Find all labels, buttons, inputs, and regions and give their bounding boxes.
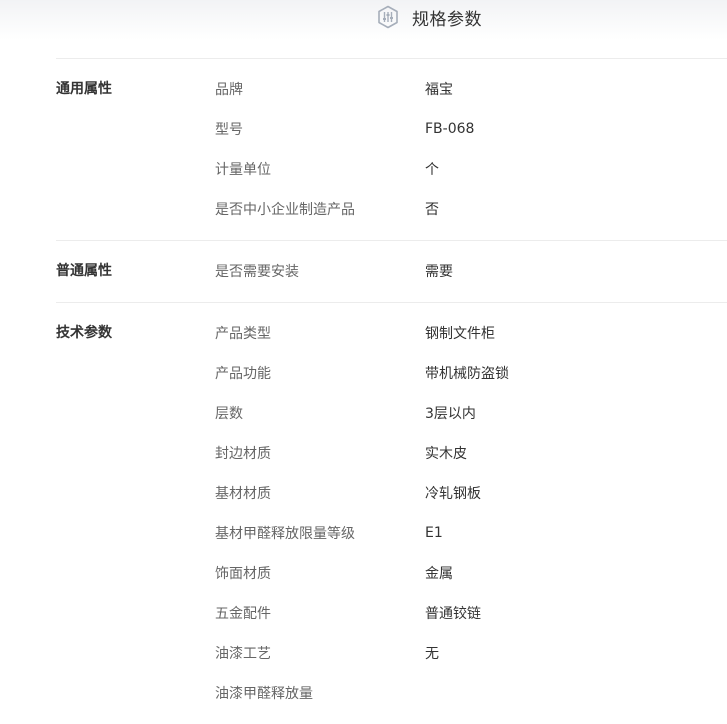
spec-group-common: 普通属性 是否需要安装 需要: [56, 240, 727, 302]
spec-key: 五金配件: [215, 606, 271, 622]
spec-value: 个: [425, 162, 439, 178]
spec-value: 需要: [425, 264, 453, 280]
spec-row: 是否中小企业制造产品 否: [215, 189, 727, 229]
spec-value: FB-068: [425, 121, 475, 137]
spec-value: 无: [425, 646, 439, 662]
spec-value: 普通铰链: [425, 606, 481, 622]
spec-key: 型号: [215, 122, 243, 138]
spec-row: 计量单位 个: [215, 149, 727, 189]
spec-row: 型号 FB-068: [215, 109, 727, 149]
spec-row: 是否需要安装 需要: [215, 251, 727, 291]
spec-key: 产品功能: [215, 366, 271, 382]
spec-value: 实木皮: [425, 446, 467, 462]
spec-sections: 通用属性 品牌 福宝 型号 FB-068 计量单位 个 是否中小企业制造产品 否…: [56, 58, 727, 724]
spec-rows: 品牌 福宝 型号 FB-068 计量单位 个 是否中小企业制造产品 否: [215, 69, 727, 229]
spec-row: 产品功能 带机械防盗锁: [215, 353, 727, 393]
spec-row: 基材甲醛释放限量等级 E1: [215, 513, 727, 553]
spec-row: 封边材质 实木皮: [215, 433, 727, 473]
spec-key: 计量单位: [215, 162, 271, 178]
spec-value: 冷轧钢板: [425, 486, 481, 502]
spec-key: 产品类型: [215, 326, 271, 342]
spec-value: E1: [425, 525, 443, 541]
spec-key: 是否需要安装: [215, 264, 299, 280]
spec-key: 层数: [215, 406, 243, 422]
spec-value: 3层以内: [425, 406, 476, 422]
spec-key: 是否中小企业制造产品: [215, 202, 355, 218]
spec-group-general: 通用属性 品牌 福宝 型号 FB-068 计量单位 个 是否中小企业制造产品 否: [56, 58, 727, 240]
spec-row: 油漆甲醛释放量: [215, 673, 727, 713]
spec-row: 层数 3层以内: [215, 393, 727, 433]
spec-row: 油漆工艺 无: [215, 633, 727, 673]
spec-value: 金属: [425, 566, 453, 582]
spec-row: 饰面材质 金属: [215, 553, 727, 593]
page-title: 规格参数: [412, 9, 482, 30]
spec-key: 油漆工艺: [215, 646, 271, 662]
spec-group-technical: 技术参数 产品类型 钢制文件柜 产品功能 带机械防盗锁 层数 3层以内 封边材质…: [56, 302, 727, 724]
group-label: 普通属性: [56, 263, 112, 279]
group-label: 通用属性: [56, 81, 112, 97]
spec-row: 产品类型 钢制文件柜: [215, 313, 727, 353]
spec-key: 基材材质: [215, 486, 271, 502]
spec-key: 基材甲醛释放限量等级: [215, 526, 355, 542]
spec-rows: 产品类型 钢制文件柜 产品功能 带机械防盗锁 层数 3层以内 封边材质 实木皮 …: [215, 313, 727, 713]
spec-key: 封边材质: [215, 446, 271, 462]
spec-value: 带机械防盗锁: [425, 366, 509, 382]
spec-key: 油漆甲醛释放量: [215, 686, 313, 702]
spec-key: 饰面材质: [215, 566, 271, 582]
spec-value: 福宝: [425, 82, 453, 98]
spec-row: 品牌 福宝: [215, 69, 727, 109]
spec-rows: 是否需要安装 需要: [215, 251, 727, 291]
spec-key: 品牌: [215, 82, 243, 98]
spec-row: 基材材质 冷轧钢板: [215, 473, 727, 513]
spec-value: 钢制文件柜: [425, 326, 495, 342]
group-label: 技术参数: [56, 325, 112, 341]
spec-header: 规格参数: [0, 0, 727, 40]
sliders-hexagon-icon: [378, 5, 398, 29]
spec-value: 否: [425, 202, 439, 218]
spec-row: 五金配件 普通铰链: [215, 593, 727, 633]
spec-title-wrap: 规格参数: [376, 5, 482, 30]
